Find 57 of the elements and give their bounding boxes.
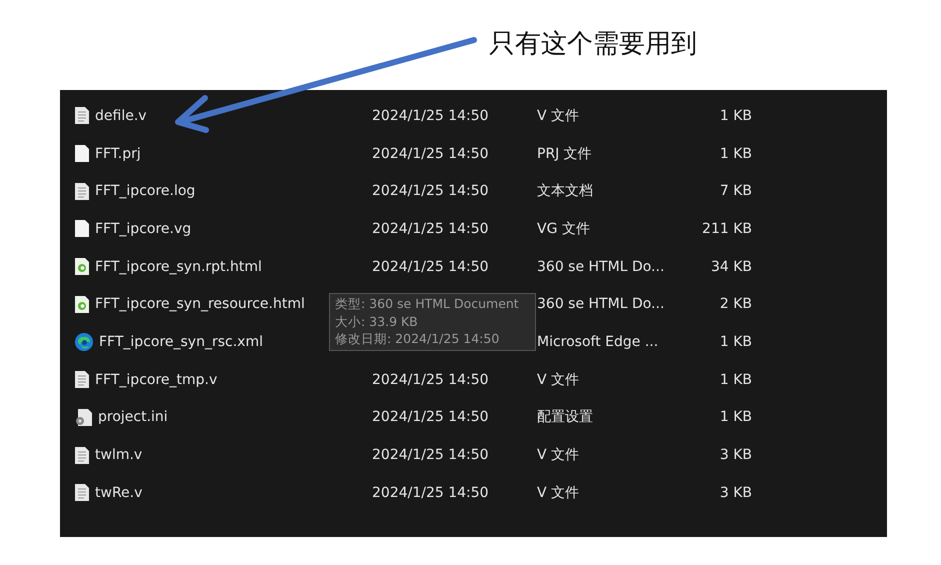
file-size: 7 KB bbox=[720, 183, 752, 200]
file-size: 2 KB bbox=[720, 296, 752, 312]
file-name[interactable]: FFT_ipcore.log bbox=[95, 183, 196, 200]
file-type: 360 se HTML Do... bbox=[537, 296, 664, 312]
file-name[interactable]: FFT_ipcore_tmp.v bbox=[95, 372, 218, 388]
file-size: 1 KB bbox=[720, 372, 752, 388]
modified-date: 2024/1/25 14:50 bbox=[372, 220, 489, 237]
file-type: 配置设置 bbox=[537, 408, 593, 426]
text-file-icon bbox=[75, 182, 89, 200]
file-type: Microsoft Edge ... bbox=[537, 334, 658, 350]
file-type: 文本文档 bbox=[537, 182, 593, 200]
file-size: 211 KB bbox=[702, 220, 752, 237]
file-size: 1 KB bbox=[720, 334, 752, 350]
modified-date: 2024/1/25 14:50 bbox=[372, 258, 489, 275]
file-name[interactable]: project.ini bbox=[98, 409, 168, 426]
modified-date: 2024/1/25 14:50 bbox=[372, 183, 489, 200]
annotation-text: 只有这个需要用到 bbox=[489, 28, 697, 61]
text-file-icon bbox=[75, 107, 89, 124]
file-icon bbox=[75, 220, 89, 238]
file-type: VG 文件 bbox=[537, 220, 590, 238]
file-name[interactable]: defile.v bbox=[95, 108, 147, 124]
modified-date: 2024/1/25 14:50 bbox=[372, 409, 489, 426]
file-type: PRJ 文件 bbox=[537, 144, 592, 163]
modified-date: 2024/1/25 14:50 bbox=[372, 447, 489, 464]
file-name[interactable]: FFT_ipcore_syn_resource.html bbox=[95, 296, 305, 312]
text-file-icon bbox=[75, 484, 89, 502]
settings-file-icon bbox=[75, 408, 92, 426]
browser-icon bbox=[75, 332, 93, 351]
file-name[interactable]: FFT_ipcore.vg bbox=[95, 220, 192, 237]
file-type: V 文件 bbox=[537, 106, 580, 125]
file-name[interactable]: FFT_ipcore_syn_rsc.xml bbox=[99, 334, 263, 350]
file-size: 3 KB bbox=[720, 484, 752, 501]
html-file-icon bbox=[75, 296, 89, 313]
file-type: V 文件 bbox=[537, 484, 580, 502]
text-file-icon bbox=[75, 371, 89, 388]
file-size: 1 KB bbox=[720, 146, 752, 162]
file-size: 34 KB bbox=[710, 258, 752, 275]
file-name[interactable]: FFT_ipcore_syn.rpt.html bbox=[95, 258, 262, 275]
file-name[interactable]: twlm.v bbox=[95, 447, 142, 464]
modified-date: 2024/1/25 14:50 bbox=[372, 108, 489, 124]
file-type: V 文件 bbox=[537, 370, 580, 389]
modified-date: 2024/1/25 14:50 bbox=[372, 146, 489, 162]
file-size: 1 KB bbox=[720, 409, 752, 426]
html-file-icon bbox=[75, 258, 89, 276]
file-size: 3 KB bbox=[720, 447, 752, 464]
file-size: 1 KB bbox=[720, 108, 752, 124]
file-name[interactable]: FFT.prj bbox=[95, 146, 141, 162]
file-name[interactable]: twRe.v bbox=[95, 484, 142, 501]
modified-date: 2024/1/25 14:50 bbox=[372, 372, 489, 388]
text-file-icon bbox=[75, 446, 89, 464]
tooltip-line: 大小: 33.9 KB bbox=[335, 314, 419, 330]
modified-date: 2024/1/25 14:50 bbox=[372, 484, 489, 501]
file-type: 360 se HTML Do... bbox=[537, 258, 664, 275]
file-type: V 文件 bbox=[537, 446, 580, 464]
file-icon bbox=[75, 145, 89, 162]
tooltip-line: 修改日期: 2024/1/25 14:50 bbox=[335, 331, 500, 348]
tooltip-line: 类型: 360 se HTML Document bbox=[335, 296, 520, 313]
